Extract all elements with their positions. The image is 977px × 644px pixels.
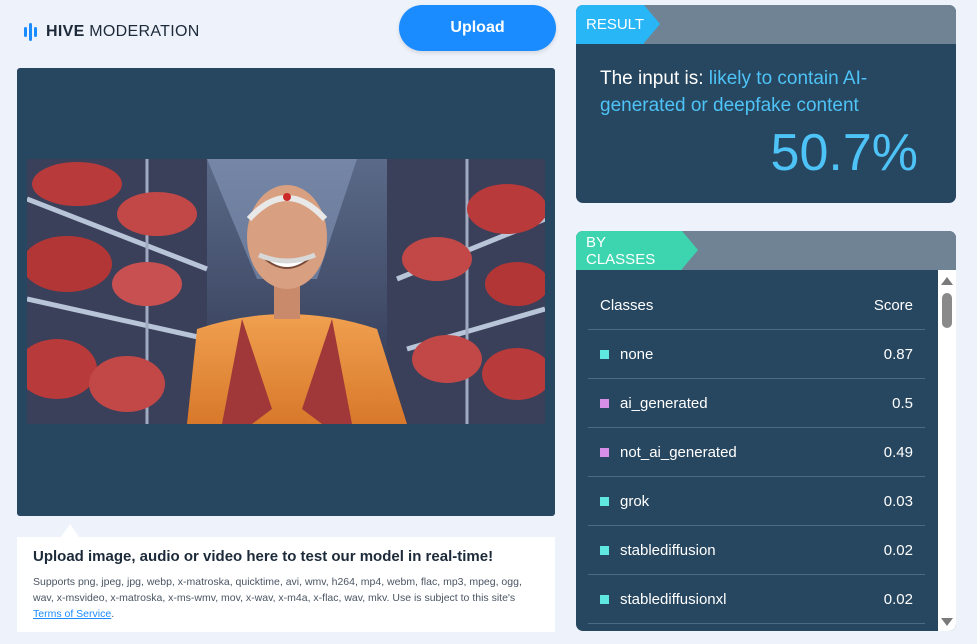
class-color-swatch <box>600 398 609 408</box>
table-header: Classes Score <box>588 282 925 330</box>
media-preview[interactable] <box>17 68 555 516</box>
table-row: stablediffusion 0.02 <box>588 526 925 575</box>
result-panel: RESULT The input is: likely to contain A… <box>576 5 956 203</box>
class-color-swatch <box>600 447 609 457</box>
result-percentage: 50.7% <box>770 124 918 182</box>
upload-info-title: Upload image, audio or video here to tes… <box>33 548 494 565</box>
info-caret <box>61 524 79 537</box>
classes-table: Classes Score none 0.87 ai_generated 0.5… <box>588 282 925 624</box>
table-row: stablediffusionxl 0.02 <box>588 575 925 624</box>
result-tag: RESULT <box>576 5 644 44</box>
class-color-swatch <box>600 545 609 555</box>
col-score: Score <box>873 297 913 314</box>
classes-scrollbar[interactable] <box>938 270 956 631</box>
scroll-thumb[interactable] <box>942 293 952 328</box>
table-row: not_ai_generated 0.49 <box>588 428 925 477</box>
scroll-down-arrow-icon[interactable] <box>941 618 953 626</box>
terms-of-service-link[interactable]: Terms of Service <box>33 608 111 620</box>
result-header: RESULT <box>576 5 956 44</box>
class-color-swatch <box>600 349 609 359</box>
uploaded-image <box>27 159 545 424</box>
class-color-swatch <box>600 496 609 506</box>
scroll-up-arrow-icon[interactable] <box>941 277 953 285</box>
table-row: none 0.87 <box>588 330 925 379</box>
classes-tag: BY CLASSES <box>576 231 682 270</box>
class-color-swatch <box>600 594 609 604</box>
hive-logo-icon <box>24 22 40 42</box>
upload-info-body: Supports png, jpeg, jpg, webp, x-matrosk… <box>33 576 522 620</box>
classes-header: BY CLASSES <box>576 231 956 270</box>
classes-panel: BY CLASSES Classes Score none 0.87 ai_ge… <box>576 231 956 631</box>
upload-button[interactable]: Upload <box>399 5 556 51</box>
brand-logo[interactable]: HIVE MODERATION <box>24 22 200 42</box>
upload-info: Upload image, audio or video here to tes… <box>17 537 555 632</box>
brand-name: HIVE MODERATION <box>46 23 200 40</box>
classes-tag-arrow <box>682 231 698 269</box>
table-row: grok 0.03 <box>588 477 925 526</box>
result-verdict: The input is: likely to contain AI-gener… <box>600 68 868 116</box>
col-classes: Classes <box>600 297 654 314</box>
result-tag-arrow <box>644 5 660 43</box>
table-row: ai_generated 0.5 <box>588 379 925 428</box>
